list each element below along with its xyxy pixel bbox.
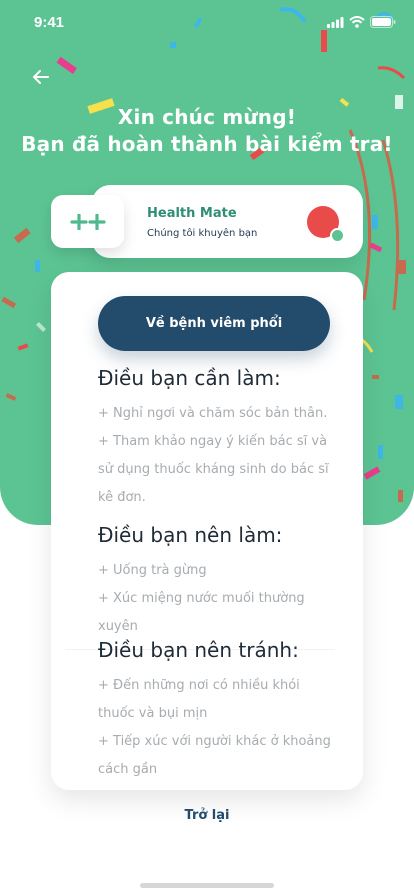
list-item: + Tiếp xúc với người khác ở khoảng cách … bbox=[98, 734, 331, 777]
section-list-should-do: + Uống trà gừng + Xúc miệng nước muối th… bbox=[98, 557, 338, 641]
back-link[interactable]: Trở lại bbox=[0, 808, 414, 823]
status-time: 9:41 bbox=[34, 14, 65, 31]
status-icons bbox=[327, 16, 396, 28]
list-item: + Uống trà gừng bbox=[98, 563, 207, 578]
recommendations-card: Về bệnh viêm phổi Điều bạn cần làm: + Ng… bbox=[51, 272, 363, 790]
title-line-2: Bạn đã hoàn thành bài kiểm tra! bbox=[21, 132, 393, 156]
online-status-dot bbox=[330, 228, 345, 243]
back-arrow-button[interactable] bbox=[28, 64, 54, 90]
diagnosis-button[interactable]: Về bệnh viêm phổi bbox=[98, 296, 330, 351]
wifi-icon bbox=[349, 16, 365, 28]
brand-name: Health Mate bbox=[147, 206, 237, 221]
arrow-left-icon bbox=[33, 70, 49, 84]
list-item: + Nghỉ ngơi và chăm sóc bản thân. bbox=[98, 406, 328, 421]
list-item: + Tham khảo ngay ý kiến bác sĩ và sử dụn… bbox=[98, 434, 329, 505]
battery-icon bbox=[370, 16, 396, 28]
section-list-avoid: + Đến những nơi có nhiều khói thuốc và b… bbox=[98, 672, 338, 784]
list-item: + Đến những nơi có nhiều khói thuốc và b… bbox=[98, 678, 300, 721]
page-title: Xin chúc mừng! Bạn đã hoàn thành bài kiể… bbox=[0, 104, 414, 158]
double-plus-logo-icon bbox=[69, 213, 106, 230]
section-heading-avoid: Điều bạn nên tránh: bbox=[98, 638, 299, 662]
section-heading-should-do: Điều bạn nên làm: bbox=[98, 523, 283, 547]
status-bar: 9:41 bbox=[0, 0, 414, 44]
list-item: + Xúc miệng nước muối thường xuyên bbox=[98, 591, 305, 634]
home-indicator bbox=[140, 883, 274, 888]
brand-logo-badge bbox=[51, 195, 124, 248]
section-heading-must-do: Điều bạn cần làm: bbox=[98, 366, 281, 390]
title-line-1: Xin chúc mừng! bbox=[117, 105, 297, 129]
cellular-signal-icon bbox=[327, 16, 344, 28]
section-list-must-do: + Nghỉ ngơi và chăm sóc bản thân. + Tham… bbox=[98, 400, 338, 512]
brand-card: Health Mate Chúng tôi khuyên bạn bbox=[92, 185, 363, 258]
brand-subtitle: Chúng tôi khuyên bạn bbox=[147, 228, 258, 239]
